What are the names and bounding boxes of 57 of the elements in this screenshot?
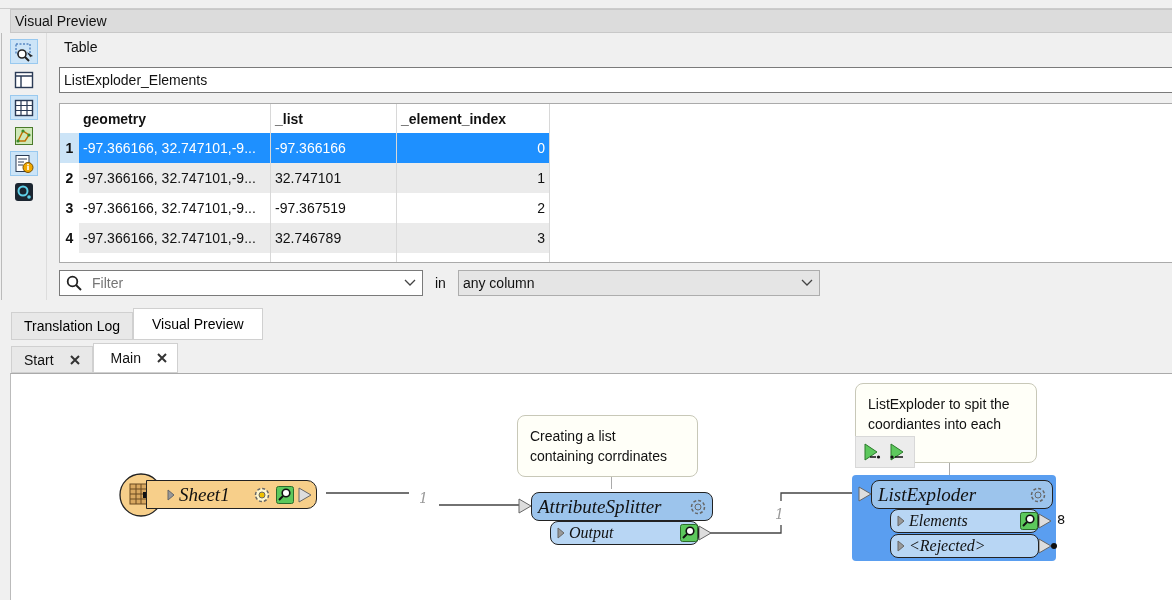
filter-field[interactable]: Filter — [59, 270, 423, 296]
expand-triangle-icon[interactable] — [167, 488, 175, 501]
annotation-bubble[interactable]: Creating a list containing corrdinates — [517, 415, 698, 477]
table-cell: 32.746789 — [271, 223, 397, 253]
table-cell: 0 — [397, 133, 550, 163]
run-icon[interactable] — [862, 442, 882, 462]
table-row[interactable]: 2 -97.366166, 32.747101,-9... 32.747101 1 — [60, 163, 550, 193]
table-cell: 1 — [397, 163, 550, 193]
panel-tab[interactable]: Translation Log — [11, 312, 133, 340]
transformer-node[interactable]: Sheet1 — [146, 480, 317, 509]
output-port[interactable]: Elements — [890, 509, 1039, 533]
table-cell: 32.747101 — [271, 163, 397, 193]
table-cell: -97.366166 — [271, 133, 397, 163]
inspect-icon[interactable] — [1020, 512, 1038, 530]
zoom-select-icon — [14, 41, 34, 62]
column-dropdown[interactable]: any column — [457, 270, 820, 296]
panel-tab[interactable]: Visual Preview — [133, 308, 263, 340]
table-cell: 3 — [397, 223, 550, 253]
feature-count: 1 — [419, 490, 428, 506]
panel-layout-icon — [14, 69, 34, 90]
row-number: 1 — [60, 133, 79, 163]
inspect-icon[interactable] — [276, 485, 294, 504]
document-tab[interactable]: Start — [11, 346, 93, 373]
toolbar-button[interactable] — [10, 95, 38, 120]
feature-count: 1 — [775, 506, 784, 522]
output-port[interactable]: <Rejected> — [890, 534, 1039, 558]
table-row[interactable]: 4 -97.366166, 32.747101,-9... 32.746789 3 — [60, 223, 550, 253]
viewer-icon — [14, 181, 34, 202]
info-icon — [14, 153, 34, 174]
document-tab[interactable]: Main — [92, 343, 178, 373]
search-icon — [66, 275, 82, 291]
table-cell: -97.366166, 32.747101,-9... — [79, 133, 271, 163]
expand-triangle-icon[interactable] — [897, 540, 905, 552]
panel-title: Visual Preview — [10, 9, 1172, 33]
chevron-down-icon — [800, 279, 813, 287]
inspect-icon[interactable] — [680, 524, 698, 542]
output-port-icon — [298, 486, 312, 503]
transformer-node[interactable]: ListExploder — [871, 480, 1053, 509]
in-label: in — [435, 275, 446, 291]
close-icon[interactable] — [69, 354, 80, 365]
transformer-node[interactable]: AttributeSplitter — [531, 492, 713, 521]
toolbar-button[interactable] — [10, 151, 38, 176]
close-icon[interactable] — [156, 353, 167, 363]
group-label: Table — [63, 38, 99, 57]
table-row[interactable]: 1 -97.366166, 32.747101,-9... -97.366166 0 — [60, 133, 550, 163]
output-port[interactable]: Output — [550, 521, 699, 545]
expand-triangle-icon[interactable] — [557, 527, 565, 539]
table-icon — [14, 97, 34, 118]
expand-triangle-icon[interactable] — [897, 515, 905, 527]
table-cell: -97.366166, 32.747101,-9... — [79, 223, 271, 253]
graph-icon — [14, 125, 34, 146]
table-cell: -97.366166, 32.747101,-9... — [79, 163, 271, 193]
feature-count: 8 — [1057, 512, 1066, 527]
chevron-down-icon — [404, 279, 416, 287]
unconnected-dot — [1051, 543, 1057, 549]
source-field[interactable]: ListExploder_Elements — [59, 67, 1172, 93]
toolbar-button[interactable] — [10, 39, 38, 64]
